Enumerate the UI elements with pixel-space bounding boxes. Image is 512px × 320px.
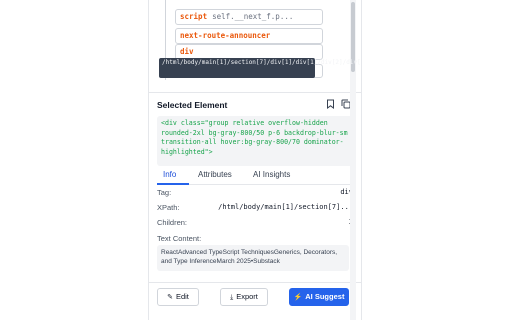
tab-attributes[interactable]: Attributes	[198, 170, 232, 179]
info-row-xpath: XPath: /html/body/main[1]/section[7]...	[157, 203, 353, 215]
divider	[149, 92, 361, 93]
tab-ai-insights[interactable]: AI Insights	[253, 170, 290, 179]
info-row-tag: Tag: div	[157, 188, 353, 200]
inspector-panel: script self.__next_f.p... next-route-anno…	[148, 0, 362, 320]
selected-element-header: Selected Element	[157, 99, 353, 113]
tree-node-next-route-announcer[interactable]: next-route-announcer	[175, 28, 323, 44]
node-tag: div	[180, 47, 194, 56]
lightning-icon: ⚡	[293, 294, 303, 301]
detail-tabs: Info Attributes AI Insights	[157, 168, 353, 185]
xpath-tooltip: /html/body/main[1]/section[7]/div[1]/div…	[159, 58, 361, 78]
element-code-snippet: <div class="group relative overflow-hidd…	[157, 116, 353, 166]
ai-suggest-button[interactable]: ⚡ AI Suggest	[289, 288, 349, 306]
node-tag: next-route-announcer	[180, 31, 271, 40]
export-label: Export	[236, 292, 258, 301]
edit-button[interactable]: ✎ Edit	[157, 288, 199, 306]
info-row-children: Children: 3	[157, 218, 353, 230]
tree-node-script[interactable]: script self.__next_f.p...	[175, 9, 323, 25]
children-label: Children:	[157, 218, 188, 227]
text-content-value: ReactAdvanced TypeScript TechniquesGener…	[157, 245, 349, 271]
pencil-icon: ✎	[167, 294, 173, 301]
node-attr: self.__next_f.p...	[212, 12, 294, 21]
xpath-label: XPath:	[157, 203, 180, 212]
ai-suggest-label: AI Suggest	[305, 292, 345, 301]
scrollbar[interactable]	[350, 0, 356, 320]
edit-label: Edit	[175, 292, 189, 301]
tab-info[interactable]: Info	[163, 170, 176, 179]
dom-tree: script self.__next_f.p... next-route-anno…	[149, 0, 361, 92]
tag-label: Tag:	[157, 188, 172, 197]
xpath-value: /html/body/main[1]/section[7]...	[218, 203, 353, 211]
export-button[interactable]: ⤓ Export	[220, 288, 268, 306]
bookmark-icon[interactable]	[324, 99, 336, 111]
selected-element-title: Selected Element	[157, 100, 228, 110]
text-content-label: Text Content:	[157, 234, 202, 243]
active-tab-indicator	[157, 183, 189, 185]
node-tag: script	[180, 12, 208, 21]
divider	[149, 282, 361, 283]
download-icon: ⤓	[230, 294, 234, 301]
